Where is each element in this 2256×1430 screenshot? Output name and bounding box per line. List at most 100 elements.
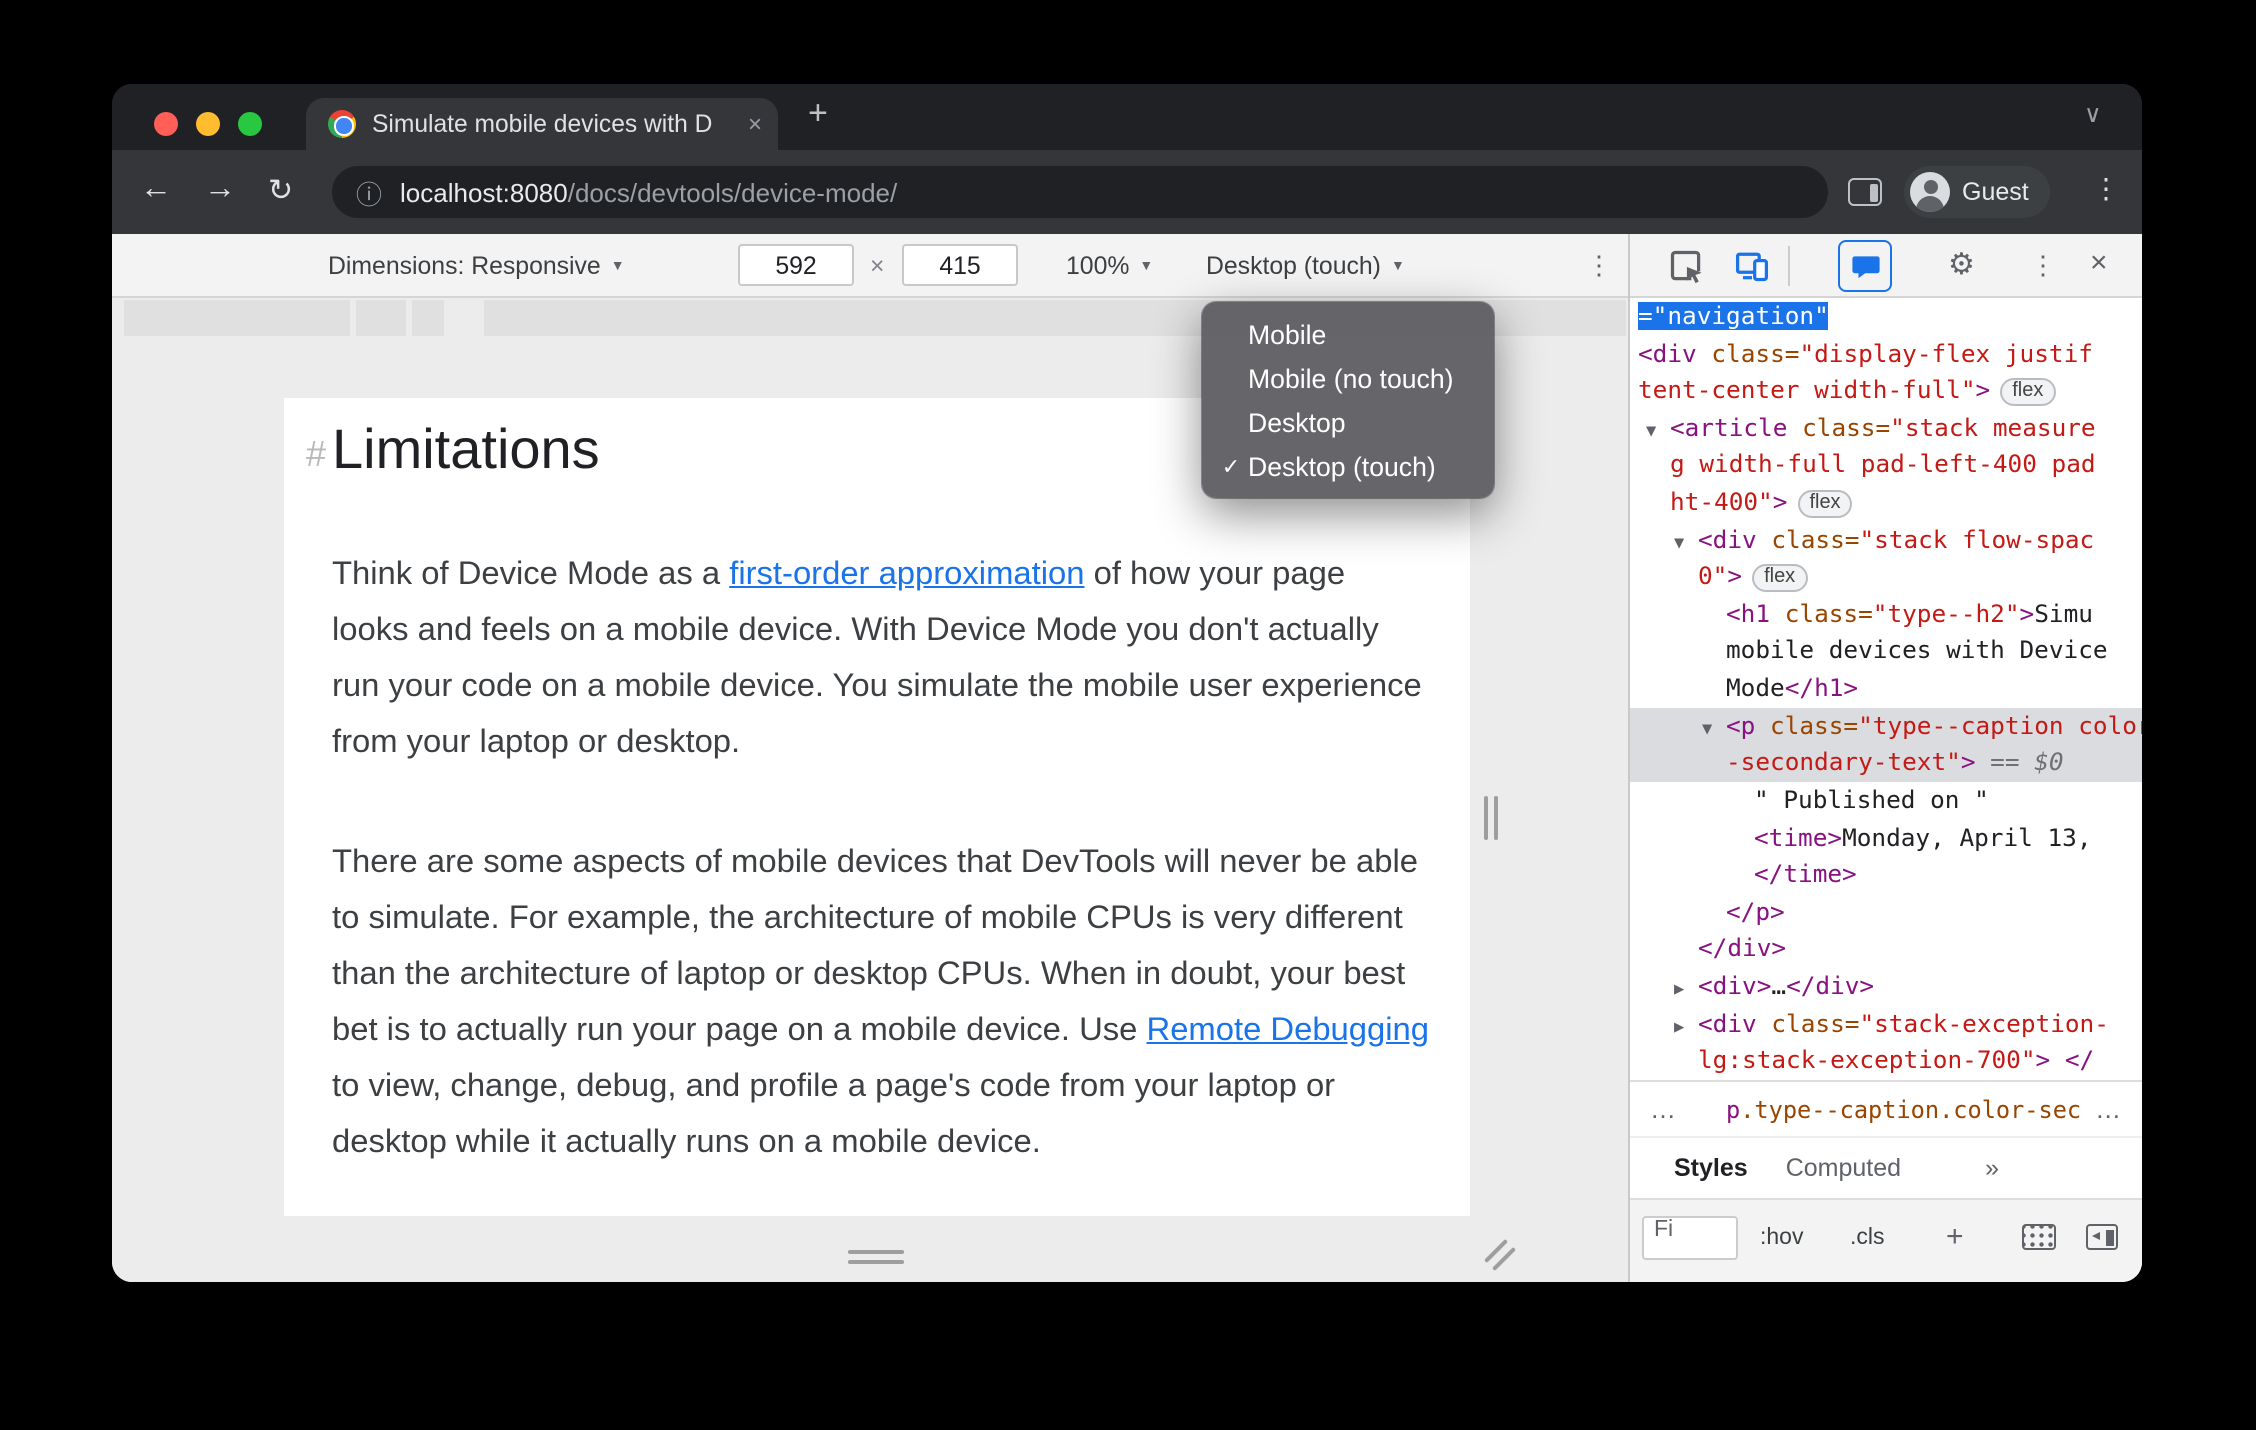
breadcrumb-overflow-right[interactable]: … — [2095, 1094, 2121, 1124]
code-segment: > — [1727, 562, 1743, 591]
code-segment: "display-flex justif — [1799, 339, 2093, 368]
chat-bubble-icon[interactable] — [1838, 240, 1892, 292]
new-style-rule-button[interactable]: + — [1946, 1220, 1964, 1254]
device-toolbar-more-icon[interactable]: ⋮ — [1586, 234, 1612, 298]
viewport-width-drag-handle[interactable] — [1484, 796, 1500, 840]
flex-badge[interactable]: flex — [2000, 378, 2056, 407]
text-run: There are some aspects of mobile devices… — [332, 844, 1418, 880]
collapse-arrow-icon[interactable]: ▶ — [1674, 1009, 1698, 1042]
elements-tree-line[interactable]: </time> — [1630, 856, 2142, 893]
code-segment: class= — [1771, 525, 1860, 554]
text-line: Think of Device Mode as a first-order ap… — [332, 546, 1470, 602]
anchor-hash-icon[interactable]: # — [306, 434, 326, 476]
elements-tree-line[interactable]: tent-center width-full"> flex — [1630, 372, 2142, 409]
device-type-option[interactable]: Mobile — [1202, 312, 1494, 356]
text-line: to simulate. For example, the architectu… — [332, 890, 1470, 946]
viewport-width-input[interactable] — [738, 244, 854, 286]
forward-icon[interactable]: → — [204, 172, 236, 208]
expand-arrow-icon[interactable]: ▼ — [1702, 711, 1726, 744]
new-tab-button[interactable]: + — [808, 94, 828, 134]
devtools-close-icon[interactable]: × — [2090, 246, 2108, 280]
toggle-element-state-button[interactable]: :hov — [1760, 1226, 1804, 1250]
profile-chip[interactable]: Guest — [1904, 166, 2051, 218]
elements-tree-line[interactable]: g width-full pad-left-400 pad — [1630, 447, 2142, 484]
collapse-arrow-icon[interactable]: ▶ — [1674, 972, 1698, 1005]
elements-tree-line[interactable]: </p> — [1630, 894, 2142, 931]
device-type-option[interactable]: Mobile (no touch) — [1202, 356, 1494, 400]
device-type-option[interactable]: ✓ Desktop (touch) — [1202, 444, 1494, 488]
flex-badge[interactable]: flex — [1797, 490, 1853, 519]
element-classes-button[interactable]: .cls — [1850, 1226, 1885, 1250]
devtools-menu-icon[interactable]: ⋮ — [2030, 250, 2056, 282]
text-link[interactable]: Remote Debugging — [1147, 1012, 1429, 1048]
code-segment: -secondary-text" — [1726, 748, 1961, 777]
elements-tree-line[interactable]: -secondary-text"> == $0 — [1630, 744, 2142, 782]
article-body: Think of Device Mode as a first-order ap… — [284, 546, 1470, 1170]
expand-arrow-icon[interactable]: ▼ — [1646, 414, 1670, 447]
dimensions-label: Dimensions: Responsive — [328, 252, 601, 280]
collapse-sidebar-icon[interactable] — [2086, 1224, 2118, 1250]
code-segment: <div — [1698, 1009, 1772, 1038]
profile-label: Guest — [1962, 178, 2029, 206]
device-type-option[interactable]: Desktop — [1202, 400, 1494, 444]
elements-tree-line[interactable]: <h1 class="type--h2">Simu — [1630, 596, 2142, 633]
reload-icon[interactable]: ↻ — [268, 172, 293, 208]
elements-tree-line[interactable]: " Published on " — [1630, 782, 2142, 819]
elements-tree-line[interactable]: lg:stack-exception-700"> </ — [1630, 1042, 2142, 1079]
zoom-dropdown[interactable]: 100% ▼ — [1066, 234, 1153, 298]
elements-tree-line[interactable]: ht-400"> flex — [1630, 484, 2142, 521]
text-run: desktop while it actually runs on a mobi… — [332, 1124, 1041, 1160]
sidebar-tab-computed[interactable]: Computed — [1786, 1154, 1901, 1182]
elements-tree-line[interactable]: <time>Monday, April 13, — [1630, 819, 2142, 856]
elements-tree-line[interactable]: ▼ <p class="type--caption color — [1630, 707, 2142, 745]
elements-tree-line[interactable]: mobile devices with Device — [1630, 633, 2142, 670]
device-type-dropdown[interactable]: Desktop (touch) ▼ — [1206, 234, 1405, 298]
browser-tab[interactable]: Simulate mobile devices with D × — [306, 98, 778, 150]
side-panel-icon[interactable] — [1848, 178, 1882, 206]
zoom-window-button[interactable] — [238, 112, 262, 136]
sidebar-tab-more[interactable]: » — [1985, 1154, 1999, 1182]
minimize-window-button[interactable] — [196, 112, 220, 136]
viewport-height-input[interactable] — [902, 244, 1018, 286]
elements-tree-line[interactable]: Mode</h1> — [1630, 670, 2142, 707]
dimensions-dropdown[interactable]: Dimensions: Responsive ▼ — [328, 234, 625, 298]
settings-gear-icon[interactable]: ⚙ — [1948, 246, 1975, 282]
ruler-segment — [412, 300, 444, 336]
elements-tree-line[interactable]: ▶ <div class="stack-exception- — [1630, 1005, 2142, 1042]
sidebar-tab-styles[interactable]: Styles — [1674, 1154, 1748, 1182]
inspect-element-icon[interactable] — [1668, 248, 1704, 284]
elements-tree-line[interactable]: ▼ <div class="stack flow-spac — [1630, 521, 2142, 558]
text-link[interactable]: first-order approximation — [729, 556, 1084, 592]
back-icon[interactable]: ← — [140, 172, 172, 208]
breadcrumb-selected-node[interactable]: p.type--caption.color-sec — [1726, 1095, 2081, 1123]
elements-tree-line[interactable]: </div> — [1630, 931, 2142, 968]
elements-tree-line[interactable]: ▶ <div>…</div> — [1630, 968, 2142, 1005]
tab-close-icon[interactable]: × — [748, 110, 762, 138]
close-window-button[interactable] — [154, 112, 178, 136]
browser-menu-icon[interactable]: ⋮ — [2092, 172, 2120, 206]
address-bar[interactable]: ⓘ localhost:8080/docs/devtools/device-mo… — [332, 166, 1828, 218]
tab-search-chevron-icon[interactable]: ∨ — [2084, 100, 2102, 128]
code-segment: <div> — [1698, 971, 1772, 1000]
viewport-height-drag-handle[interactable] — [848, 1250, 904, 1266]
code-segment: tent-center width-full" — [1638, 376, 1976, 405]
breadcrumb-overflow-left[interactable]: … — [1650, 1094, 1676, 1124]
elements-tree-line[interactable]: ="navigation" — [1630, 298, 2142, 335]
viewport-corner-drag-handle[interactable] — [1480, 1236, 1517, 1272]
styles-filter-input[interactable]: Fi — [1642, 1216, 1738, 1260]
url-path: /docs/devtools/device-mode/ — [567, 177, 898, 207]
toggle-device-toolbar-icon[interactable] — [1734, 248, 1770, 284]
device-type-option-label: Mobile — [1248, 319, 1327, 349]
flex-badge[interactable]: flex — [1752, 564, 1808, 593]
elements-tree-line[interactable]: 0"> flex — [1630, 559, 2142, 596]
code-segment: " Published on " — [1754, 785, 1989, 814]
code-segment: <h1 — [1726, 599, 1785, 628]
ruler-segment — [356, 300, 406, 336]
grid-icon[interactable] — [2022, 1224, 2056, 1250]
elements-tree-line[interactable]: ▼ <article class="stack measure — [1630, 410, 2142, 447]
code-segment: </div> — [1698, 934, 1787, 963]
elements-tree-line[interactable]: <div class="display-flex justif — [1630, 335, 2142, 372]
expand-arrow-icon[interactable]: ▼ — [1674, 525, 1698, 558]
site-info-icon[interactable]: ⓘ — [356, 173, 382, 211]
page-title: Limitations — [332, 418, 600, 480]
